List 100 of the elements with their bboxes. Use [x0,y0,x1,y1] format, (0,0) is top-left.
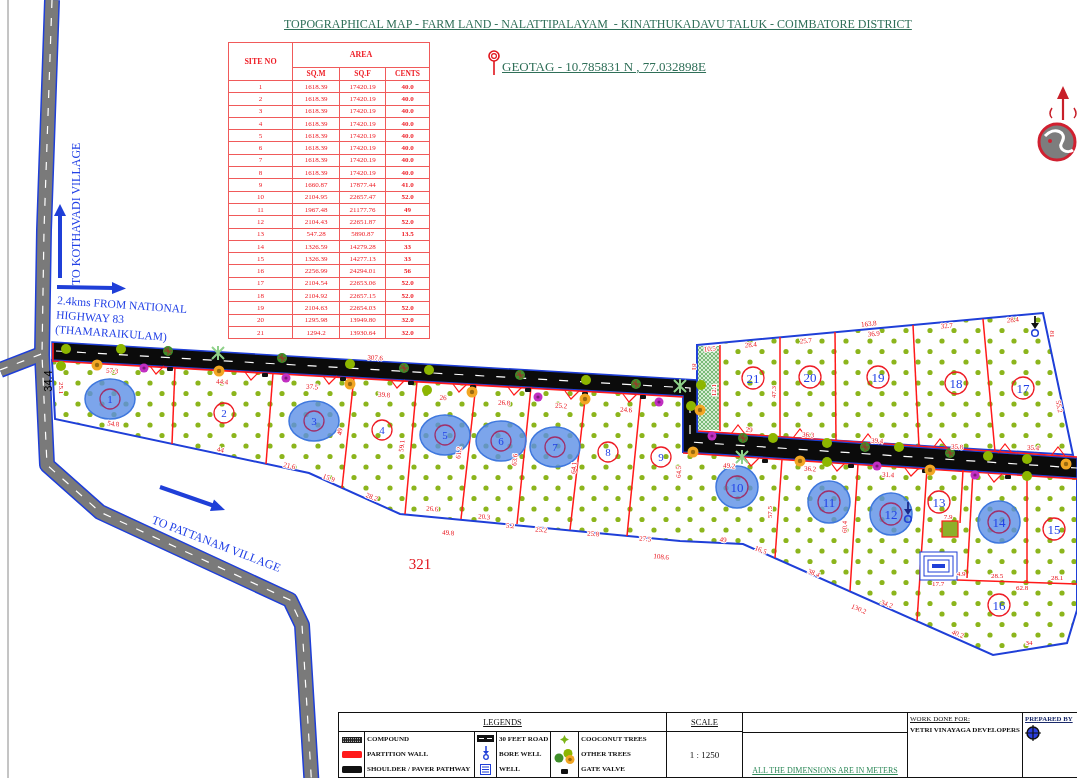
plot-number: 17 [1011,376,1035,400]
map-title: TOPOGRAPHICAL MAP - FARM LAND - NALATTIPALAYAM - KINATHUKADAVU TALUK - COIMBATORE DISTRICT [284,17,912,32]
flower-icon [213,365,225,377]
flower-icon [872,461,882,471]
plant-icon [211,345,225,361]
plot-number: 12 [879,502,903,526]
flower-icon [344,378,356,390]
plot-number: 13 [927,490,951,514]
tree-icon [983,451,993,461]
plant-icon [735,449,749,465]
well-icon [480,763,491,775]
valve-icon [762,459,768,463]
shrub-icon [860,442,870,452]
gate-icon [564,390,580,400]
location-pin-icon [488,50,500,75]
units-note: ALL THE DIMENSIONS ARE IN METERS [752,766,898,775]
flower-icon [794,455,806,467]
scale-heading: SCALE [691,717,718,727]
road-label: TO KOTHAVADI VILLAGE [69,142,83,285]
plot-number: 15 [1042,517,1066,541]
pathway-swatch-icon [341,765,362,773]
flower-icon [579,393,591,405]
plot-number: 21 [741,366,765,390]
plot-number: 5 [434,424,456,446]
gate-icon [452,383,468,393]
flower-icon [654,397,664,407]
valve-icon [525,388,531,392]
flower-icon [466,386,478,398]
flower-icon [707,431,717,441]
scale-value: 1 : 1250 [689,749,720,760]
valve-icon [262,373,268,377]
valve-icon [640,395,646,399]
tree-icon [768,433,778,443]
plot-number: 3 [303,410,325,432]
road-width-label: 34.4 [42,370,54,392]
tree-icon [894,442,904,452]
tree-icon [560,735,569,744]
wall-swatch-icon [341,750,362,758]
arrow-icon [159,485,225,511]
gate-icon [830,462,846,472]
well-icon [919,551,958,581]
gate-icon [730,424,746,435]
crosshair-logo-icon [1025,725,1041,741]
gate-icon [322,375,338,385]
plot-number: 4 [371,419,393,441]
tree-icon [345,359,355,369]
shrub-icon [945,448,955,458]
flower-icon [970,470,980,480]
shrub-icon [738,433,748,443]
trees-icon [553,749,576,764]
valve-icon [408,381,414,385]
flower-icon [91,359,103,371]
valve-icon [340,377,346,381]
plot-number: 20 [798,365,822,389]
gate-icon [244,371,260,381]
gate-icon [390,379,406,389]
plot-number: 7 [544,436,566,458]
flower-icon [533,392,543,402]
arrow-icon [54,204,66,278]
plot-number: 6 [490,430,512,452]
gate-icon [997,443,1013,454]
plot-number: 2 [213,402,235,424]
gate-icon [987,473,1003,483]
tree-icon [116,344,126,354]
shrub-icon [399,363,409,373]
tree-icon [581,375,591,385]
flower-icon [924,464,936,476]
square-marker-icon [941,520,959,538]
plot-number: 8 [597,441,619,463]
gate-icon [904,467,920,477]
plot-number: 9 [650,446,672,468]
bore-well-icon [481,745,490,760]
valve-icon [848,464,854,468]
gate-icon [149,365,165,375]
valve-icon [561,769,568,774]
plot-number: 19 [866,365,890,389]
flower-icon [1060,458,1072,470]
plot-boundary-line [959,469,964,524]
tree-icon [686,401,696,411]
geotag-text: GEOTAG - 10.785831 N , 77.032898E [502,59,707,75]
valve-icon [1005,475,1011,479]
gate-icon [1050,446,1066,457]
shrub-icon [277,353,287,363]
plant-icon [673,378,687,394]
plot-number: 16 [987,593,1011,617]
gate-icon [622,393,638,403]
plot-number: 14 [987,510,1011,534]
column-header: SITE NO [228,42,293,81]
hatched-swatch-icon [341,736,362,743]
flower-icon [687,446,699,458]
flower-icon [694,404,706,416]
bore-well-icon [1030,315,1040,338]
plot-number: 10 [725,475,749,499]
legend-heading: LEGENDS [483,717,522,727]
road-swatch-icon [477,734,494,742]
plot-number: 1 [99,388,121,410]
shrub-icon [163,346,173,356]
shrub-icon [631,379,641,389]
gate-icon [744,457,760,467]
road-label: 2.4kms FROM NATIONAL HIGHWAY 83 (THAMARAIKULAM) [54,294,188,343]
